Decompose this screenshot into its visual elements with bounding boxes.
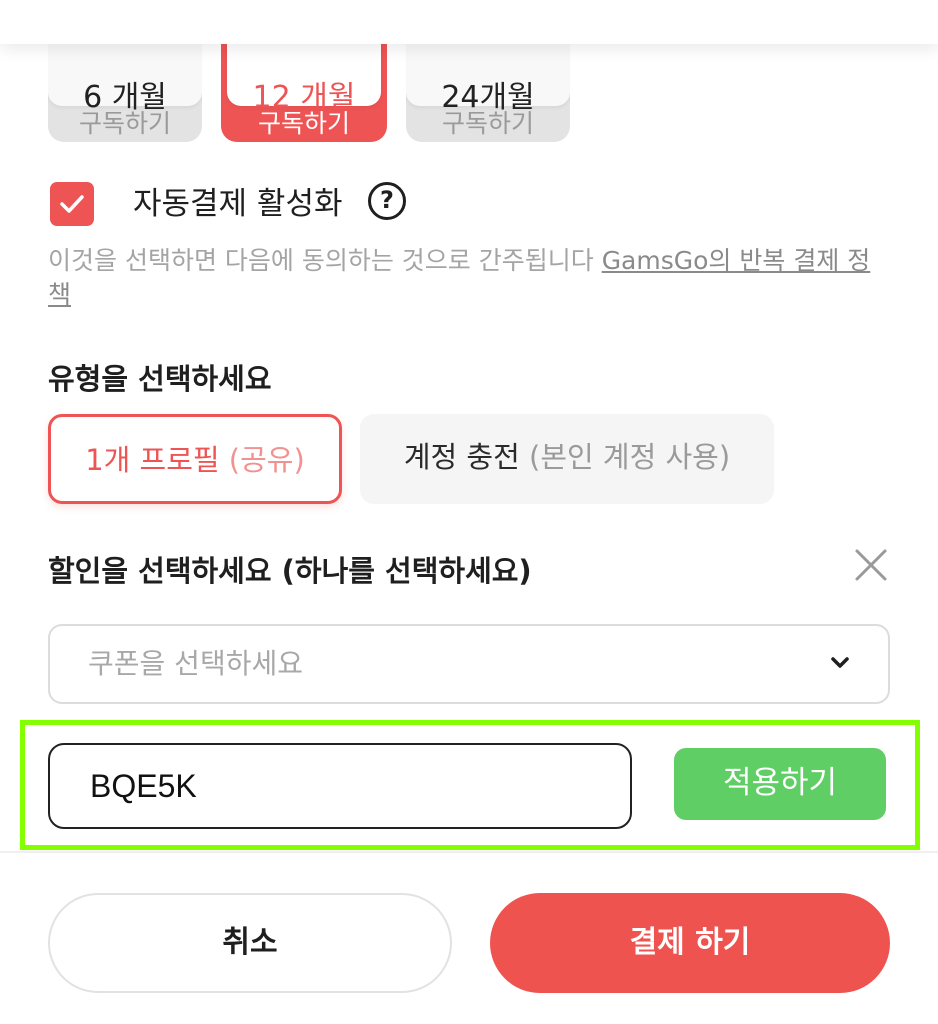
chevron-down-icon <box>831 657 849 668</box>
plan-subscribe-label: 구독하기 <box>441 109 534 138</box>
type-option-main: 1개 프로필 <box>85 443 229 477</box>
cancel-button[interactable]: 취소 <box>48 893 452 993</box>
plan-6-months[interactable]: 6 개월 구독하기 <box>48 28 202 142</box>
header-strip <box>0 0 938 44</box>
autopay-label: 자동결제 활성화 <box>133 186 343 222</box>
plan-subscribe-label: 구독하기 <box>78 109 171 138</box>
type-option-account-recharge[interactable]: 계정 충전 (본인 계정 사용) <box>360 414 774 504</box>
type-option-main: 계정 충전 <box>403 440 529 474</box>
apply-coupon-button[interactable]: 적용하기 <box>674 748 886 820</box>
type-option-shared-profile[interactable]: 1개 프로필 (공유) <box>48 414 342 504</box>
coupon-select[interactable]: 쿠폰을 선택하세요 <box>48 624 890 704</box>
type-section-title: 유형을 선택하세요 <box>48 362 272 396</box>
notice-text: 이것을 선택하면 다음에 동의하는 것으로 간주됩니다 <box>48 246 602 275</box>
discount-section-title: 할인을 선택하세요 (하나를 선택하세요) <box>48 554 532 588</box>
close-icon[interactable] <box>854 548 888 582</box>
divider <box>0 851 938 853</box>
autopay-notice: 이것을 선택하면 다음에 동의하는 것으로 간주됩니다 GamsGo의 반복 결… <box>48 244 888 312</box>
pay-button[interactable]: 결제 하기 <box>490 893 890 993</box>
autopay-checkbox[interactable] <box>50 182 94 226</box>
plan-subscribe-label: 구독하기 <box>257 109 350 138</box>
subscription-sheet: 6 개월 구독하기 12 개월 구독하기 24개월 구독하기 자동결제 활성화 … <box>0 0 938 1024</box>
plan-24-months[interactable]: 24개월 구독하기 <box>406 28 570 142</box>
type-option-note: (공유) <box>228 443 305 477</box>
coupon-code-input[interactable] <box>48 743 632 829</box>
plan-12-months[interactable]: 12 개월 구독하기 <box>221 28 387 142</box>
coupon-placeholder: 쿠폰을 선택하세요 <box>88 647 303 680</box>
question-circle-icon[interactable]: ? <box>368 182 406 220</box>
check-icon <box>60 195 84 213</box>
type-option-note: (본인 계정 사용) <box>529 440 731 474</box>
